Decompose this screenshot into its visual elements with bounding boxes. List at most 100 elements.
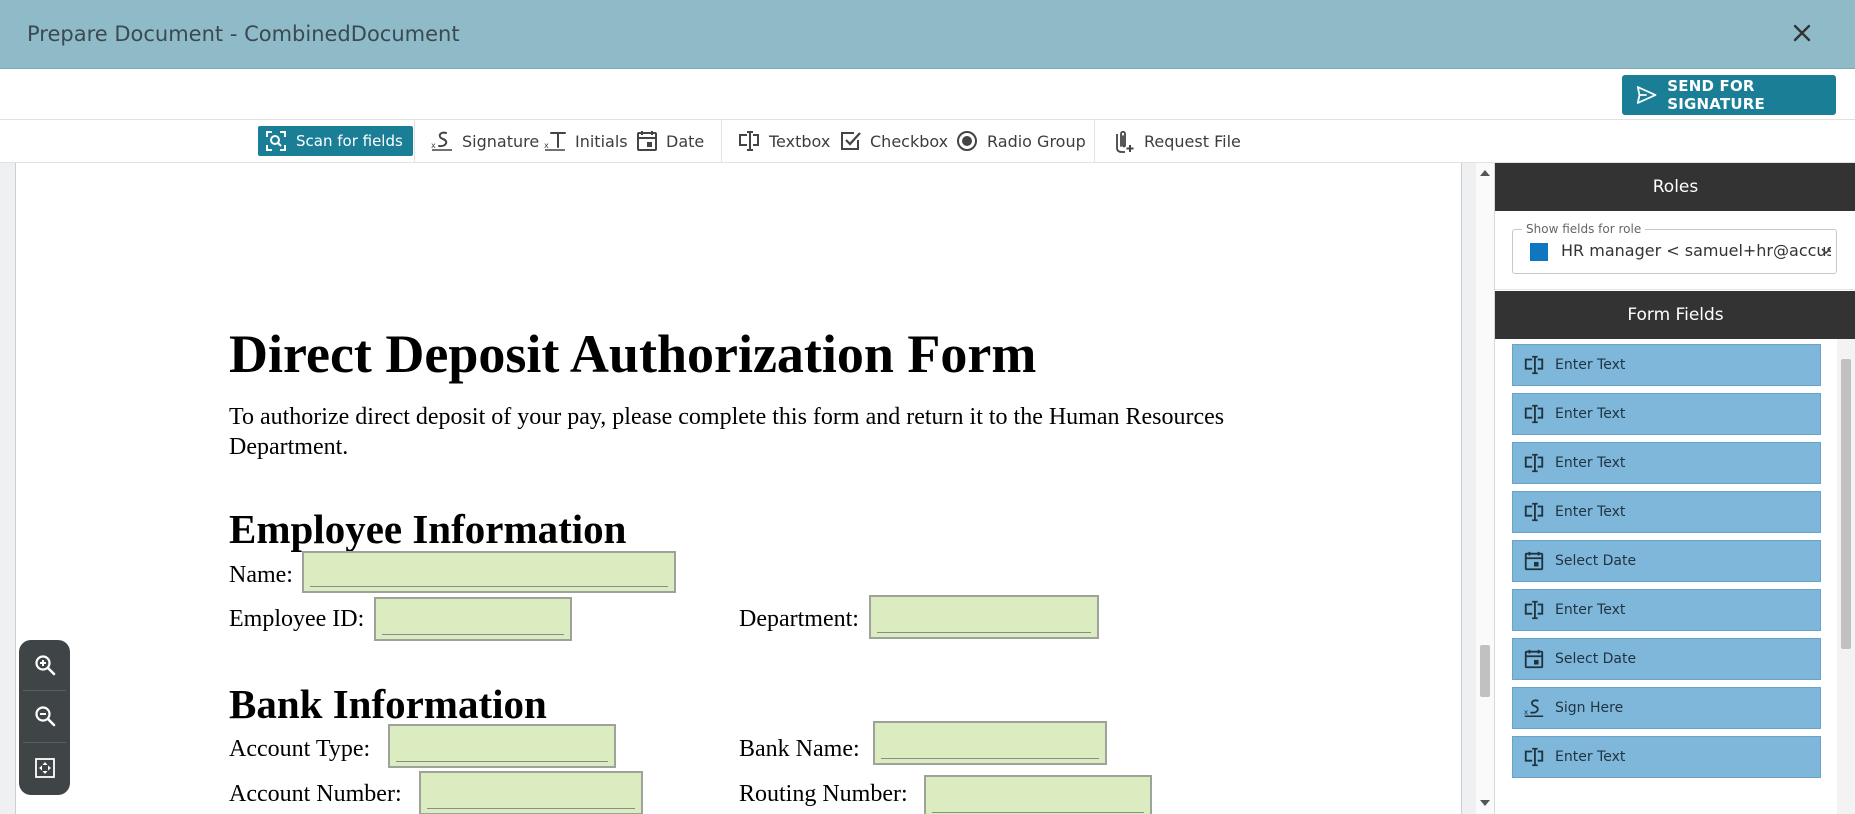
role-color-swatch <box>1530 243 1548 261</box>
zoom-out-icon <box>34 706 55 727</box>
form-field-label: Enter Text <box>1555 357 1626 373</box>
scrollbar-thumb[interactable] <box>1841 359 1851 649</box>
dialog-header: Prepare Document - CombinedDocument <box>0 0 1855 69</box>
document-title: Direct Deposit Authorization Form <box>229 324 1037 384</box>
form-field-label: Enter Text <box>1555 602 1626 618</box>
role-select-value: HR manager < samuel+hr@accusoft <box>1561 241 1831 260</box>
action-bar: SEND FOR SIGNATURE <box>0 69 1855 120</box>
form-field-label: Select Date <box>1555 553 1637 569</box>
form-field-item[interactable]: Enter Text <box>1512 589 1821 631</box>
scrollbar-thumb[interactable] <box>1480 645 1490 697</box>
initials-tool[interactable]: x Initials <box>543 126 628 156</box>
checkbox-icon <box>841 132 861 150</box>
textbox-icon <box>739 131 759 151</box>
name-label: Name: <box>229 562 293 588</box>
scan-label: Scan for fields <box>296 132 403 150</box>
svg-text:x: x <box>1524 707 1529 716</box>
form-fields-list[interactable]: Enter Text Enter Text Enter Text Enter Text… <box>1495 339 1855 814</box>
account-type-label: Account Type: <box>229 736 371 762</box>
svg-text:x: x <box>431 141 436 150</box>
attachment-icon <box>1116 130 1134 153</box>
send-icon <box>1636 86 1657 104</box>
account-number-field[interactable] <box>419 771 643 814</box>
form-field-label: Sign Here <box>1555 700 1624 716</box>
radio-icon <box>957 131 977 151</box>
form-fields-heading: Form Fields <box>1495 291 1855 339</box>
form-field-label: Enter Text <box>1555 749 1626 765</box>
date-tool[interactable]: Date <box>636 126 704 156</box>
field-toolbar: Scan for fields x Signature x Initials D… <box>0 120 1855 163</box>
scroll-up-icon[interactable] <box>1480 170 1490 176</box>
textbox-tool[interactable]: Textbox <box>737 126 830 156</box>
department-field[interactable] <box>869 595 1099 639</box>
textbox-label: Textbox <box>769 131 831 151</box>
scan-icon <box>266 131 286 151</box>
form-field-item[interactable]: Enter Text <box>1512 736 1821 778</box>
role-select-legend: Show fields for role <box>1522 222 1646 236</box>
form-field-label: Enter Text <box>1555 406 1626 422</box>
radio-group-tool[interactable]: Radio Group <box>955 126 1086 156</box>
bank-name-field[interactable] <box>873 721 1107 765</box>
send-label: SEND FOR SIGNATURE <box>1667 77 1765 113</box>
fit-page-icon <box>34 758 55 778</box>
textbox-icon <box>1524 502 1544 522</box>
date-label: Date <box>666 131 705 151</box>
form-field-label: Enter Text <box>1555 455 1626 471</box>
svg-text:x: x <box>544 141 549 150</box>
name-field[interactable] <box>302 551 676 593</box>
role-select[interactable]: Show fields for role HR manager < samuel… <box>1512 222 1837 274</box>
scan-for-fields-button[interactable]: Scan for fields <box>258 126 413 156</box>
bank-name-label: Bank Name: <box>739 736 860 762</box>
document-intro: To authorize direct deposit of your pay,… <box>229 404 1225 460</box>
toolbar-divider <box>1094 120 1095 163</box>
form-field-item[interactable]: Select Date <box>1512 540 1821 582</box>
calendar-icon <box>637 131 657 151</box>
initials-label: Initials <box>575 131 628 151</box>
send-for-signature-button[interactable]: SEND FOR SIGNATURE <box>1622 75 1836 115</box>
side-panel: Roles Show fields for role HR manager < … <box>1494 163 1855 814</box>
dialog-title: Prepare Document - CombinedDocument <box>27 22 460 46</box>
zoom-out-button[interactable] <box>19 691 70 741</box>
checkbox-label: Checkbox <box>870 131 949 151</box>
close-icon[interactable] <box>1789 20 1815 46</box>
document-scrollbar[interactable] <box>1476 163 1494 814</box>
roles-heading: Roles <box>1495 163 1855 211</box>
account-number-label: Account Number: <box>229 781 402 807</box>
calendar-icon <box>1524 649 1544 669</box>
signature-tool[interactable]: x Signature <box>430 126 539 156</box>
signature-icon: x <box>1524 699 1544 717</box>
form-field-item[interactable]: Enter Text <box>1512 393 1821 435</box>
employee-id-field[interactable] <box>374 597 572 641</box>
zoom-controls <box>19 640 70 795</box>
employee-info-heading: Employee Information <box>229 506 627 552</box>
panel-divider <box>1495 289 1855 290</box>
form-field-item[interactable]: Enter Text <box>1512 344 1821 386</box>
form-field-label: Enter Text <box>1555 504 1626 520</box>
form-fields-scrollbar[interactable] <box>1837 339 1855 814</box>
document-viewer[interactable]: Direct Deposit Authorization Form To aut… <box>0 163 1476 814</box>
zoom-in-button[interactable] <box>19 640 70 690</box>
form-field-item[interactable]: Enter Text <box>1512 491 1821 533</box>
form-field-item[interactable]: Select Date <box>1512 638 1821 680</box>
form-field-label: Select Date <box>1555 651 1637 667</box>
fit-to-page-button[interactable] <box>19 743 70 793</box>
checkbox-tool[interactable]: Checkbox <box>840 126 948 156</box>
bank-info-heading: Bank Information <box>229 681 547 727</box>
textbox-icon <box>1524 747 1544 767</box>
toolbar-divider <box>414 120 415 163</box>
textbox-icon <box>1524 404 1544 424</box>
routing-number-label: Routing Number: <box>739 781 908 807</box>
form-field-item[interactable]: x Sign Here <box>1512 687 1821 729</box>
toolbar-divider <box>721 120 722 163</box>
routing-number-field[interactable] <box>924 775 1152 814</box>
account-type-field[interactable] <box>388 724 616 768</box>
employee-id-label: Employee ID: <box>229 606 365 632</box>
calendar-icon <box>1524 551 1544 571</box>
chevron-down-icon <box>1821 248 1831 255</box>
zoom-in-icon <box>34 655 55 676</box>
signature-label: Signature <box>462 131 540 151</box>
form-field-item[interactable]: Enter Text <box>1512 442 1821 484</box>
request-file-tool[interactable]: Request File <box>1114 126 1241 156</box>
scroll-down-icon[interactable] <box>1480 800 1490 806</box>
textbox-icon <box>1524 355 1544 375</box>
